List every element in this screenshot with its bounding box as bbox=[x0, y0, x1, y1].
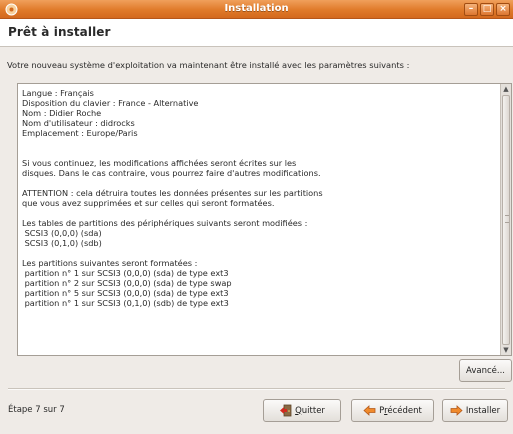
summary-line: Langue : Français bbox=[22, 88, 94, 98]
summary-text: Langue : Français Disposition du clavier … bbox=[22, 88, 502, 308]
summary-line: Emplacement : Europe/Paris bbox=[22, 128, 138, 138]
summary-line: SCSI3 (0,1,0) (sdb) bbox=[22, 238, 102, 248]
close-icon[interactable]: × bbox=[496, 3, 510, 16]
advanced-button[interactable]: Avancé... bbox=[459, 359, 512, 382]
summary-line: Nom : Didier Roche bbox=[22, 108, 102, 118]
previous-button[interactable]: Précédent bbox=[351, 399, 434, 422]
scroll-down-icon[interactable]: ▼ bbox=[501, 345, 511, 355]
maximize-icon[interactable]: □ bbox=[480, 3, 494, 16]
footer-divider bbox=[8, 388, 505, 390]
summary-line bbox=[22, 178, 502, 188]
quit-icon bbox=[279, 404, 292, 417]
scrollbar-thumb[interactable] bbox=[502, 95, 510, 345]
summary-panel[interactable]: Langue : Français Disposition du clavier … bbox=[17, 83, 512, 356]
summary-line: Les partitions suivantes seront formatée… bbox=[22, 258, 198, 268]
arrow-right-icon bbox=[450, 404, 463, 417]
summary-line: que vous avez supprimées et sur celles q… bbox=[22, 198, 275, 208]
page-title: Prêt à installer bbox=[8, 25, 111, 39]
summary-line: Disposition du clavier : France - Altern… bbox=[22, 98, 199, 108]
quit-button[interactable]: Quitter bbox=[263, 399, 341, 422]
minimize-icon[interactable]: – bbox=[464, 3, 478, 16]
window-title: Installation bbox=[224, 3, 289, 14]
summary-line: Les tables de partitions des périphériqu… bbox=[22, 218, 308, 228]
summary-line bbox=[22, 138, 502, 148]
summary-line: Si vous continuez, les modifications aff… bbox=[22, 158, 297, 168]
previous-label: Précédent bbox=[379, 405, 422, 416]
vertical-scrollbar[interactable]: ▲ ▼ bbox=[500, 84, 511, 355]
summary-line: partition n° 5 sur SCSI3 (0,0,0) (sda) d… bbox=[22, 288, 229, 298]
quit-label: Quitter bbox=[295, 405, 325, 416]
summary-line: partition n° 1 sur SCSI3 (0,1,0) (sdb) d… bbox=[22, 298, 229, 308]
summary-line: ATTENTION : cela détruira toutes les don… bbox=[22, 188, 323, 198]
page-header: Prêt à installer bbox=[0, 19, 513, 47]
grip-icon bbox=[505, 215, 509, 223]
summary-line: SCSI3 (0,0,0) (sda) bbox=[22, 228, 102, 238]
summary-line: partition n° 1 sur SCSI3 (0,0,0) (sda) d… bbox=[22, 268, 229, 278]
install-label: Installer bbox=[465, 405, 501, 416]
intro-text: Votre nouveau système d'exploitation va … bbox=[7, 60, 410, 70]
title-bar[interactable]: Installation – □ × bbox=[0, 0, 513, 19]
summary-line: Nom d'utilisateur : didrocks bbox=[22, 118, 135, 128]
summary-line: disques. Dans le cas contraire, vous pou… bbox=[22, 168, 321, 178]
install-button[interactable]: Installer bbox=[442, 399, 508, 422]
step-indicator: Étape 7 sur 7 bbox=[8, 405, 65, 415]
scroll-up-icon[interactable]: ▲ bbox=[501, 84, 511, 94]
summary-line bbox=[22, 248, 502, 258]
summary-line bbox=[22, 148, 502, 158]
summary-line bbox=[22, 208, 502, 218]
advanced-label: Avancé... bbox=[466, 365, 505, 376]
summary-line: partition n° 2 sur SCSI3 (0,0,0) (sda) d… bbox=[22, 278, 232, 288]
arrow-left-icon bbox=[363, 404, 376, 417]
